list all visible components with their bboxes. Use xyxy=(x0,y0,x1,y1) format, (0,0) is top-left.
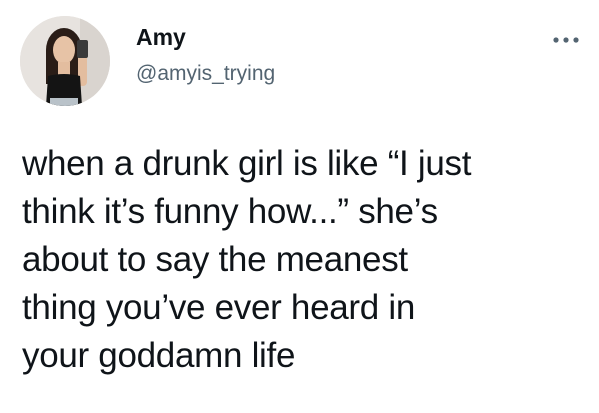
tweet-text-line: think it’s funny how...” she’s xyxy=(22,192,438,231)
author-name[interactable]: Amy xyxy=(136,24,186,51)
tweet-card: Amy @amyis_trying when a drunk girl is l… xyxy=(0,0,599,413)
more-button[interactable] xyxy=(549,28,583,52)
tweet-text-line: when a drunk girl is like “I just xyxy=(22,144,472,183)
more-horizontal-icon xyxy=(553,37,579,43)
tweet-text-line: about to say the meanest xyxy=(22,240,408,279)
tweet-text-line: your goddamn life xyxy=(22,336,296,375)
tweet-text: when a drunk girl is like “I just think … xyxy=(22,140,582,380)
profile-photo xyxy=(20,16,110,106)
author-handle[interactable]: @amyis_trying xyxy=(136,62,275,86)
tweet-text-line: thing you’ve ever heard in xyxy=(22,288,416,327)
avatar[interactable] xyxy=(20,16,110,106)
